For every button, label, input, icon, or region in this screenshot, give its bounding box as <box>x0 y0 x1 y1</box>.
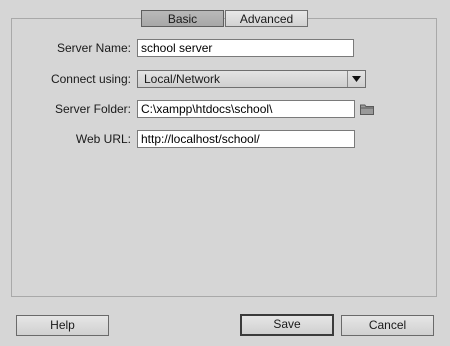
save-button[interactable]: Save <box>240 314 334 336</box>
help-button[interactable]: Help <box>16 315 109 336</box>
server-name-row: Server Name: <box>12 39 436 57</box>
chevron-down-icon[interactable] <box>347 71 365 87</box>
connect-using-value: Local/Network <box>144 72 221 86</box>
folder-icon[interactable] <box>360 103 374 115</box>
tab-bar: Basic Advanced <box>141 10 308 27</box>
connect-using-select[interactable]: Local/Network <box>137 70 366 88</box>
connect-using-row: Connect using: Local/Network <box>12 70 436 88</box>
settings-panel: Server Name: Connect using: Local/Networ… <box>11 18 437 297</box>
server-name-label: Server Name: <box>56 41 131 55</box>
web-url-row: Web URL: <box>12 130 436 148</box>
server-folder-input[interactable] <box>137 100 355 118</box>
web-url-label: Web URL: <box>75 132 131 146</box>
cancel-button[interactable]: Cancel <box>341 315 434 336</box>
web-url-input[interactable] <box>137 130 355 148</box>
tab-basic[interactable]: Basic <box>141 10 224 27</box>
tab-advanced[interactable]: Advanced <box>225 10 308 27</box>
server-folder-label: Server Folder: <box>54 102 131 116</box>
server-name-input[interactable] <box>137 39 354 57</box>
connect-using-label: Connect using: <box>50 72 131 86</box>
server-folder-row: Server Folder: <box>12 100 436 118</box>
